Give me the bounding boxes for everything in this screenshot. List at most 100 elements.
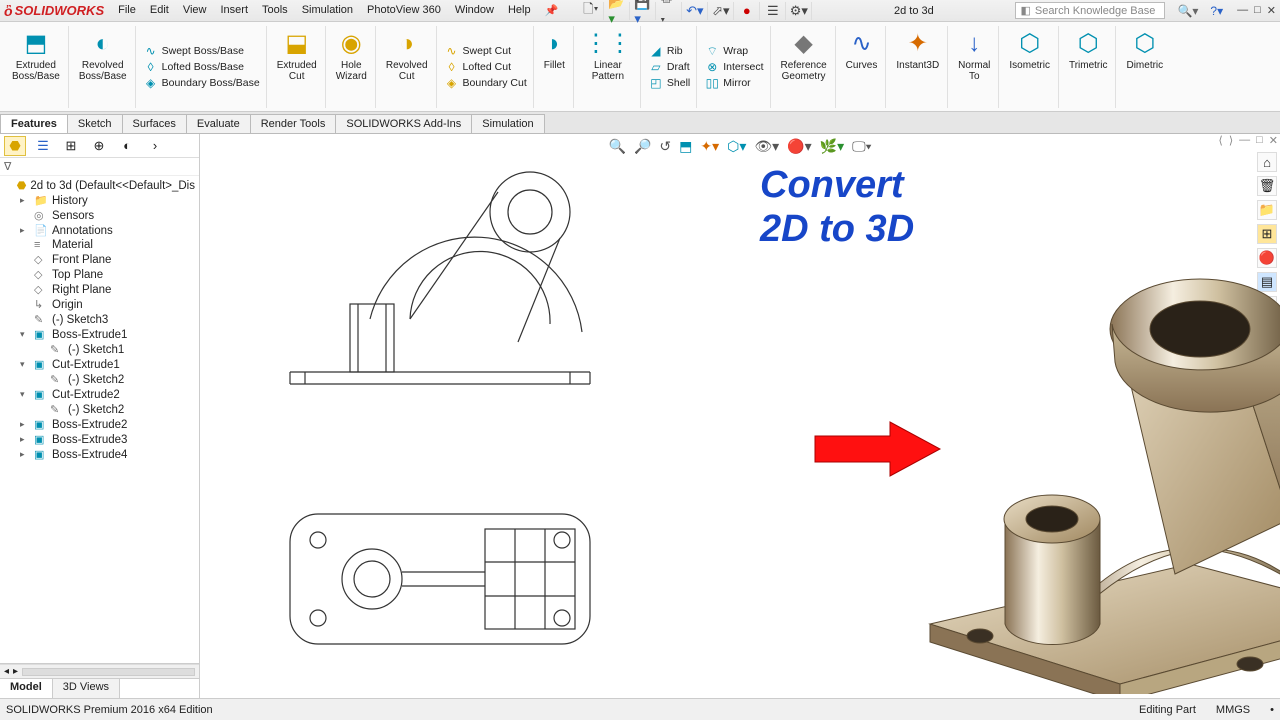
- menu-help[interactable]: Help: [502, 2, 537, 19]
- tree-node[interactable]: ◇Front Plane: [0, 252, 199, 267]
- display-style-icon[interactable]: ⬡▾: [725, 136, 748, 157]
- vp-prev-icon[interactable]: ⟨: [1219, 134, 1223, 147]
- swept-boss-button[interactable]: ∿Swept Boss/Base: [144, 44, 260, 58]
- extruded-cut-button[interactable]: ⬓Extruded Cut: [275, 28, 319, 84]
- dimetric-button[interactable]: ⬡Dimetric: [1124, 28, 1165, 73]
- tree-node[interactable]: ✎(-) Sketch2: [0, 402, 199, 417]
- menu-view[interactable]: View: [177, 2, 213, 19]
- tree-node[interactable]: ✎(-) Sketch3: [0, 312, 199, 327]
- status-units[interactable]: MMGS: [1216, 704, 1250, 716]
- menu-window[interactable]: Window: [449, 2, 500, 19]
- help-icon[interactable]: ?▾: [1210, 4, 1223, 18]
- ref-geometry-button[interactable]: ◆Reference Geometry: [779, 28, 829, 84]
- tree-node[interactable]: ▾▣Cut-Extrude2: [0, 387, 199, 402]
- revolved-boss-button[interactable]: ◐Revolved Boss/Base: [77, 28, 129, 84]
- vp-close-icon[interactable]: ✕: [1269, 134, 1278, 147]
- rib-button[interactable]: ◢Rib: [649, 44, 690, 58]
- boundary-boss-button[interactable]: ◈Boundary Boss/Base: [144, 76, 260, 90]
- revolved-cut-button[interactable]: ◑Revolved Cut: [384, 28, 430, 84]
- file-explorer-icon[interactable]: ⊞: [1257, 224, 1277, 244]
- boundary-cut-button[interactable]: ◈Boundary Cut: [445, 76, 527, 90]
- trimetric-button[interactable]: ⬡Trimetric: [1067, 28, 1110, 73]
- menu-insert[interactable]: Insert: [214, 2, 254, 19]
- isometric-button[interactable]: ⬡Isometric: [1007, 28, 1052, 73]
- tree-node[interactable]: ▸▣Boss-Extrude4: [0, 447, 199, 462]
- search-icon[interactable]: 🔍▾: [1177, 4, 1198, 18]
- close-icon[interactable]: ✕: [1267, 4, 1276, 17]
- curves-button[interactable]: ∿Curves: [844, 28, 880, 73]
- tab-surfaces[interactable]: Surfaces: [122, 114, 187, 133]
- vp-minimize-icon[interactable]: —: [1239, 134, 1250, 147]
- menu-simulation[interactable]: Simulation: [296, 2, 359, 19]
- tree-node[interactable]: ▸📄Annotations: [0, 223, 199, 238]
- new-doc-icon[interactable]: 🗋▾: [582, 2, 604, 20]
- menu-pin-icon[interactable]: 📌: [539, 2, 565, 19]
- tab-simulation[interactable]: Simulation: [471, 114, 544, 133]
- property-manager-icon[interactable]: ☰: [32, 136, 54, 156]
- tab-features[interactable]: Features: [0, 114, 68, 133]
- tab-3dviews[interactable]: 3D Views: [53, 679, 120, 698]
- tree-root[interactable]: ⬣2d to 3d (Default<<Default>_Dis: [0, 178, 199, 193]
- maximize-icon[interactable]: □: [1254, 4, 1261, 17]
- tree-node[interactable]: ↳Origin: [0, 297, 199, 312]
- tree-filter[interactable]: ∇: [0, 158, 199, 176]
- tree-node[interactable]: ◇Top Plane: [0, 267, 199, 282]
- menu-file[interactable]: File: [112, 2, 142, 19]
- tree-node[interactable]: ✎(-) Sketch1: [0, 342, 199, 357]
- tree-node[interactable]: ▾▣Boss-Extrude1: [0, 327, 199, 342]
- tree-node[interactable]: ▸📁History: [0, 193, 199, 208]
- tree-hscroll[interactable]: ◂▸: [0, 664, 199, 678]
- search-box[interactable]: ◧ Search Knowledge Base: [1015, 2, 1165, 19]
- status-more-icon[interactable]: •: [1270, 704, 1274, 716]
- prev-view-icon[interactable]: ↺: [657, 136, 673, 157]
- tab-evaluate[interactable]: Evaluate: [186, 114, 251, 133]
- intersect-button[interactable]: ⊗Intersect: [705, 60, 763, 74]
- menu-photoview[interactable]: PhotoView 360: [361, 2, 447, 19]
- normal-to-button[interactable]: ↓Normal To: [956, 28, 992, 84]
- tree-more-icon[interactable]: ›: [144, 136, 166, 156]
- tab-sketch[interactable]: Sketch: [67, 114, 123, 133]
- resources-icon[interactable]: 🗑: [1257, 176, 1277, 196]
- feature-manager-icon[interactable]: ⬣: [4, 136, 26, 156]
- tree-node[interactable]: ▸▣Boss-Extrude3: [0, 432, 199, 447]
- tree-node[interactable]: ▾▣Cut-Extrude1: [0, 357, 199, 372]
- zoom-fit-icon[interactable]: 🔍: [607, 136, 628, 157]
- scene-icon[interactable]: 🌿▾: [818, 136, 846, 157]
- graphics-canvas[interactable]: ⟨ ⟩ — □ ✕ 🔍 🔎 ↺ ⬒ ✦▾ ⬡▾ 👁▾ 🔴▾ 🌿▾ 🖵▾ ⌂ 🗑 …: [200, 134, 1280, 698]
- shell-button[interactable]: ◰Shell: [649, 76, 690, 90]
- wrap-button[interactable]: ⌔Wrap: [705, 44, 763, 58]
- home-icon[interactable]: ⌂: [1257, 152, 1277, 172]
- open-icon[interactable]: 📂▾: [608, 2, 630, 20]
- viewport-icon[interactable]: 🖵▾: [850, 136, 873, 157]
- dimxpert-icon[interactable]: ⊕: [88, 136, 110, 156]
- appearance-icon[interactable]: 🔴▾: [785, 136, 813, 157]
- tree-node[interactable]: ≡Material: [0, 238, 199, 252]
- tab-render-tools[interactable]: Render Tools: [250, 114, 337, 133]
- lofted-cut-button[interactable]: ◊Lofted Cut: [445, 60, 527, 74]
- vp-next-icon[interactable]: ⟩: [1229, 134, 1233, 147]
- hole-wizard-button[interactable]: ◉Hole Wizard: [334, 28, 369, 84]
- menu-tools[interactable]: Tools: [256, 2, 294, 19]
- menu-edit[interactable]: Edit: [144, 2, 175, 19]
- zoom-area-icon[interactable]: 🔎: [632, 136, 653, 157]
- view-orient-icon[interactable]: ✦▾: [698, 136, 721, 157]
- settings-icon[interactable]: ⚙▾: [790, 2, 812, 20]
- rebuild-icon[interactable]: ●: [738, 2, 760, 20]
- tree-node[interactable]: ▸▣Boss-Extrude2: [0, 417, 199, 432]
- print-icon[interactable]: 🖶▾: [660, 2, 682, 20]
- undo-icon[interactable]: ↶▾: [686, 2, 708, 20]
- linear-pattern-button[interactable]: ⋮⋮Linear Pattern: [582, 28, 634, 84]
- save-icon[interactable]: 💾▾: [634, 2, 656, 20]
- section-view-icon[interactable]: ⬒: [677, 136, 694, 157]
- swept-cut-button[interactable]: ∿Swept Cut: [445, 44, 527, 58]
- lofted-boss-button[interactable]: ◊Lofted Boss/Base: [144, 60, 260, 74]
- display-manager-icon[interactable]: ◐: [116, 136, 138, 156]
- vp-maximize-icon[interactable]: □: [1256, 134, 1263, 147]
- tree-node[interactable]: ◎Sensors: [0, 208, 199, 223]
- config-manager-icon[interactable]: ⊞: [60, 136, 82, 156]
- instant3d-button[interactable]: ✦Instant3D: [894, 28, 941, 73]
- mirror-button[interactable]: ▯▯Mirror: [705, 76, 763, 90]
- tree-node[interactable]: ◇Right Plane: [0, 282, 199, 297]
- options-icon[interactable]: ☰: [764, 2, 786, 20]
- tab-model[interactable]: Model: [0, 679, 53, 698]
